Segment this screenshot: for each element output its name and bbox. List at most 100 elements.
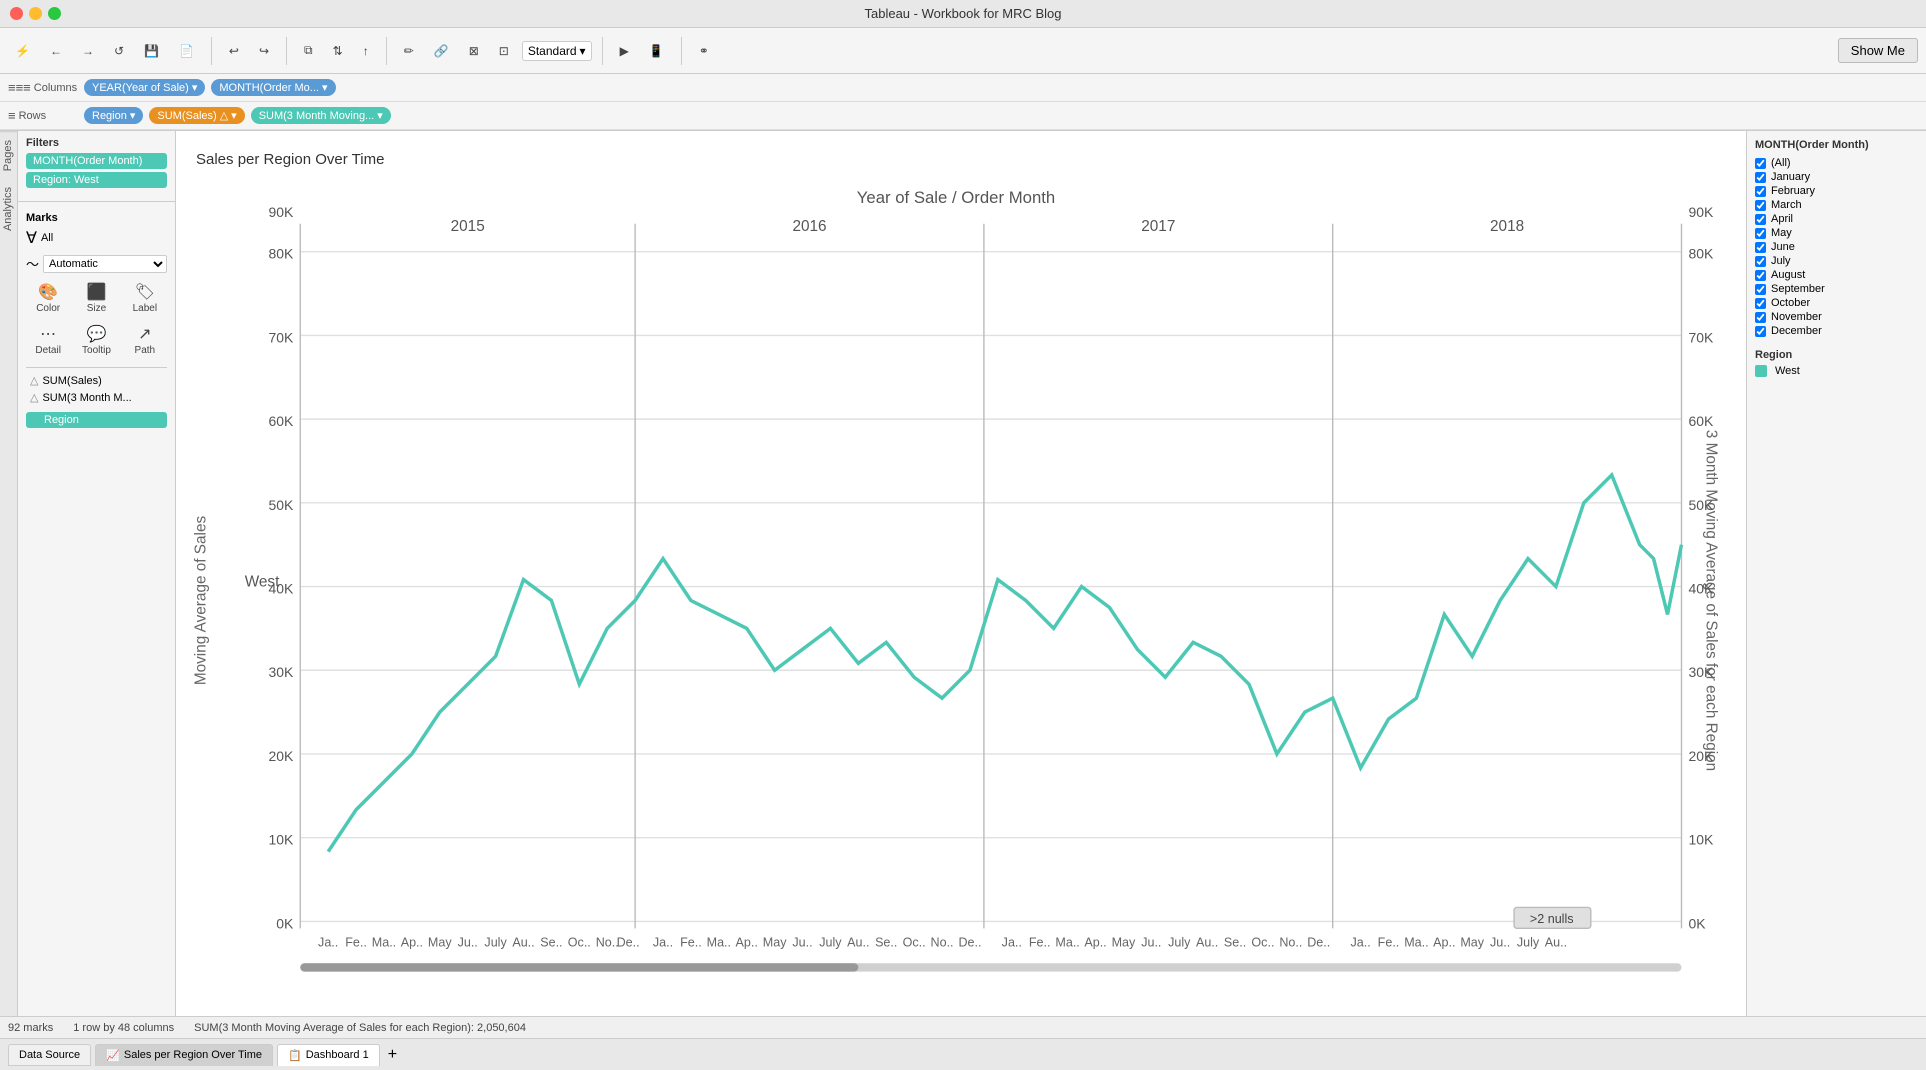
check-all-input[interactable]: [1755, 158, 1766, 169]
toolbar-icon-1[interactable]: ⚡: [8, 40, 37, 62]
check-december[interactable]: December: [1755, 325, 1918, 337]
new-button[interactable]: 📄: [172, 40, 201, 62]
region-legend-title: Region: [1755, 349, 1918, 361]
right-panel-title: MONTH(Order Month): [1755, 139, 1918, 151]
measure-sum-sales[interactable]: △ SUM(Sales): [26, 372, 167, 389]
separator-3: [386, 37, 387, 65]
check-july[interactable]: July: [1755, 255, 1918, 267]
auto-icon: 〜: [26, 254, 39, 273]
duplicate-button[interactable]: ⧉: [297, 39, 320, 62]
marks-title: Marks: [26, 212, 167, 224]
svg-text:Ap..: Ap..: [401, 936, 423, 950]
month-pill[interactable]: MONTH(Order Mo... ▾: [211, 79, 335, 96]
window-controls[interactable]: [10, 7, 61, 20]
region-pill[interactable]: Region: [26, 412, 167, 428]
add-sheet-button[interactable]: +: [388, 1046, 397, 1064]
marks-path[interactable]: ↗ Path: [123, 321, 167, 359]
check-january[interactable]: January: [1755, 171, 1918, 183]
pages-tab[interactable]: Pages: [0, 131, 17, 179]
svg-text:2018: 2018: [1490, 218, 1524, 235]
annotate-button[interactable]: 🔗: [427, 40, 456, 62]
back-button[interactable]: ←: [43, 40, 69, 62]
svg-text:July: July: [1168, 936, 1191, 950]
content-area: Pages Analytics Filters MONTH(Order Mont…: [0, 131, 1926, 1016]
standard-dropdown[interactable]: Standard ▾: [522, 41, 592, 61]
filter-month[interactable]: MONTH(Order Month): [26, 153, 167, 169]
tooltip-button[interactable]: ⊠: [462, 40, 486, 62]
redo-button[interactable]: ↪: [252, 40, 276, 62]
svg-text:Oc..: Oc..: [568, 936, 591, 950]
separator-4: [602, 37, 603, 65]
check-november-input[interactable]: [1755, 312, 1766, 323]
color-icon: 🎨: [38, 282, 58, 302]
marks-type-select[interactable]: Automatic: [43, 255, 167, 273]
marks-tooltip[interactable]: 💬 Tooltip: [74, 321, 118, 359]
check-march-input[interactable]: [1755, 200, 1766, 211]
check-march[interactable]: March: [1755, 199, 1918, 211]
check-may-input[interactable]: [1755, 228, 1766, 239]
measure-moving-avg[interactable]: △ SUM(3 Month M...: [26, 389, 167, 406]
svg-text:Ma..: Ma..: [372, 936, 396, 950]
marks-count: 92 marks: [8, 1022, 53, 1034]
svg-text:50K: 50K: [268, 497, 294, 513]
sales-region-tab[interactable]: 📈 Sales per Region Over Time: [95, 1044, 273, 1066]
replay-button[interactable]: ↺: [107, 40, 131, 62]
svg-text:Ju..: Ju..: [1490, 936, 1510, 950]
marks-label[interactable]: 🏷 Label: [123, 279, 167, 317]
check-august-input[interactable]: [1755, 270, 1766, 281]
show-me-button[interactable]: Show Me: [1838, 38, 1918, 63]
check-february-input[interactable]: [1755, 186, 1766, 197]
marks-type-selector[interactable]: 〜 Automatic: [26, 254, 167, 273]
marks-section: Marks ∀ All 〜 Automatic 🎨 Color: [18, 206, 175, 434]
present-button[interactable]: ▶: [613, 40, 636, 62]
svg-text:Se..: Se..: [1224, 936, 1246, 950]
svg-text:Au..: Au..: [512, 936, 534, 950]
dashboard-1-tab[interactable]: 📋 Dashboard 1: [277, 1044, 380, 1066]
device-button[interactable]: 📱: [642, 40, 671, 62]
check-october-input[interactable]: [1755, 298, 1766, 309]
maximize-button[interactable]: [48, 7, 61, 20]
sort-asc-button[interactable]: ↑: [356, 40, 376, 62]
svg-text:Au..: Au..: [847, 936, 869, 950]
undo-button[interactable]: ↩: [222, 40, 246, 62]
swap-button[interactable]: ⇅: [326, 40, 350, 62]
forward-button[interactable]: →: [75, 40, 101, 62]
check-november[interactable]: November: [1755, 311, 1918, 323]
check-january-input[interactable]: [1755, 172, 1766, 183]
minimize-button[interactable]: [29, 7, 42, 20]
check-all[interactable]: (All): [1755, 157, 1918, 169]
svg-text:60K: 60K: [268, 413, 294, 429]
filter-region[interactable]: Region: West: [26, 172, 167, 188]
region-row-pill[interactable]: Region ▾: [84, 107, 143, 124]
sum-sales-pill[interactable]: SUM(Sales) △ ▾: [149, 107, 244, 124]
check-may[interactable]: May: [1755, 227, 1918, 239]
path-icon: ↗: [138, 324, 151, 344]
svg-text:90K: 90K: [268, 204, 294, 220]
close-button[interactable]: [10, 7, 23, 20]
year-pill[interactable]: YEAR(Year of Sale) ▾: [84, 79, 205, 96]
check-september[interactable]: September: [1755, 283, 1918, 295]
svg-text:Au..: Au..: [1196, 936, 1218, 950]
highlight-button[interactable]: ✏: [397, 40, 421, 62]
check-august[interactable]: August: [1755, 269, 1918, 281]
check-october[interactable]: October: [1755, 297, 1918, 309]
svg-text:Ma..: Ma..: [707, 936, 731, 950]
data-source-tab[interactable]: Data Source: [8, 1044, 91, 1066]
share-button[interactable]: ⚭: [692, 40, 716, 62]
fit-button[interactable]: ⊡: [492, 40, 516, 62]
svg-text:Ja..: Ja..: [653, 936, 673, 950]
check-september-input[interactable]: [1755, 284, 1766, 295]
marks-detail[interactable]: ⋯ Detail: [26, 321, 70, 359]
check-april[interactable]: April: [1755, 213, 1918, 225]
marks-color[interactable]: 🎨 Color: [26, 279, 70, 317]
marks-size[interactable]: ⬛ Size: [74, 279, 118, 317]
check-july-input[interactable]: [1755, 256, 1766, 267]
moving-avg-pill[interactable]: SUM(3 Month Moving... ▾: [251, 107, 391, 124]
check-february[interactable]: February: [1755, 185, 1918, 197]
check-december-input[interactable]: [1755, 326, 1766, 337]
check-june-input[interactable]: [1755, 242, 1766, 253]
analytics-tab[interactable]: Analytics: [0, 179, 17, 239]
check-april-input[interactable]: [1755, 214, 1766, 225]
check-june[interactable]: June: [1755, 241, 1918, 253]
save-button[interactable]: 💾: [137, 40, 166, 62]
